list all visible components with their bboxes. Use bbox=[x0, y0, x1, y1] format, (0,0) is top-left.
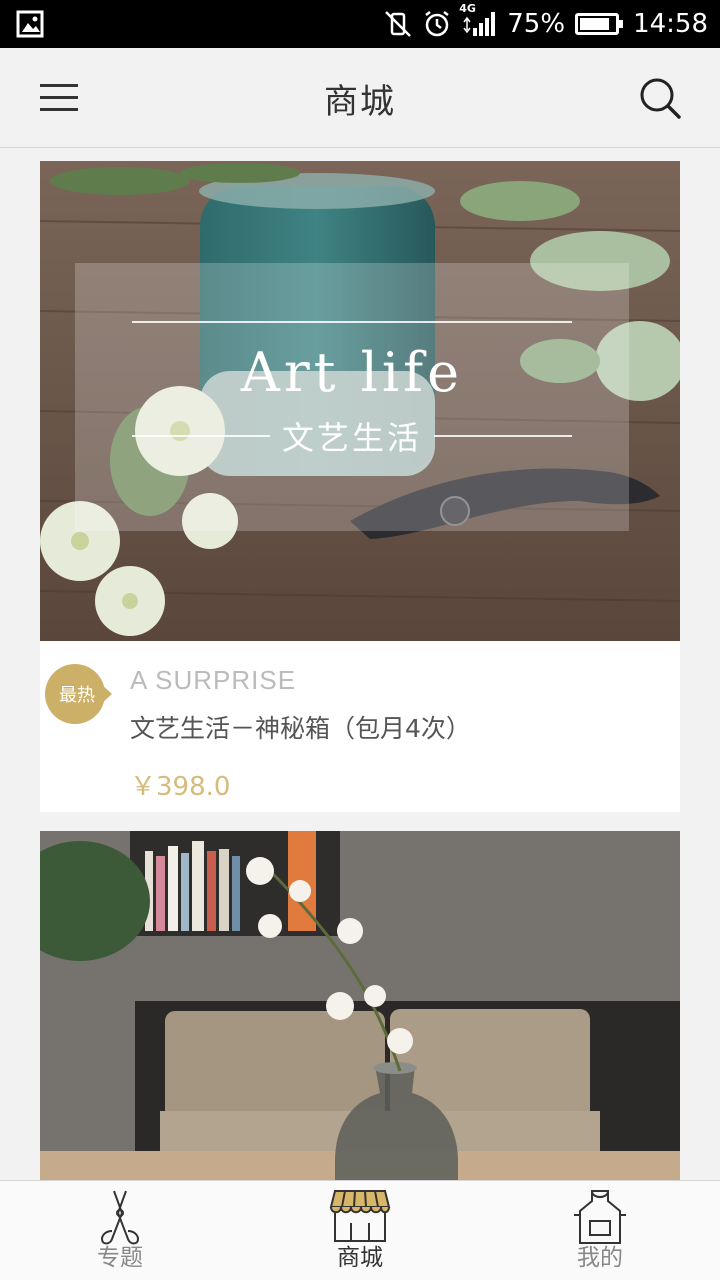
hot-badge-label: 最热 bbox=[59, 685, 95, 706]
product-subtitle: A SURPRISE bbox=[130, 665, 297, 695]
product-image bbox=[40, 831, 680, 1180]
product-name: 文艺生活－神秘箱（包月4次） bbox=[130, 714, 471, 743]
tab-topics[interactable]: 专题 bbox=[0, 1181, 240, 1280]
vibrate-mute-icon bbox=[383, 9, 413, 39]
bottom-nav: 专题 商城 我的 bbox=[0, 1180, 720, 1280]
product-card[interactable] bbox=[40, 831, 680, 1180]
clock: 14:58 bbox=[633, 9, 708, 39]
network-type: 4G bbox=[459, 2, 476, 15]
banner-overlay: Art life 文艺生活 bbox=[75, 263, 629, 531]
tab-label: 我的 bbox=[577, 1245, 623, 1271]
search-icon bbox=[640, 78, 681, 119]
tab-label: 专题 bbox=[97, 1245, 143, 1271]
tab-mine[interactable]: 我的 bbox=[480, 1181, 720, 1280]
alarm-icon bbox=[423, 10, 451, 38]
page-title: 商城 bbox=[324, 82, 396, 122]
banner-divider bbox=[132, 435, 270, 437]
shop-awning-icon bbox=[329, 1190, 391, 1242]
banner-divider bbox=[132, 321, 572, 323]
banner-divider bbox=[434, 435, 573, 437]
product-list: Art life 文艺生活 最热 A SURPRISE 文艺生活－神秘箱（包月4… bbox=[0, 148, 720, 1180]
tab-shop[interactable]: 商城 bbox=[240, 1181, 480, 1280]
tab-label: 商城 bbox=[337, 1245, 383, 1271]
gallery-notification-icon bbox=[16, 10, 44, 38]
product-card[interactable]: Art life 文艺生活 最热 A SURPRISE 文艺生活－神秘箱（包月4… bbox=[40, 161, 680, 812]
product-image: Art life 文艺生活 bbox=[40, 161, 680, 641]
battery-percent: 75% bbox=[507, 9, 566, 39]
banner-subtitle-row: 文艺生活 bbox=[132, 413, 573, 459]
banner-subtitle: 文艺生活 bbox=[282, 419, 423, 457]
product-price: ￥398.0 bbox=[130, 772, 231, 802]
battery-icon bbox=[575, 13, 624, 35]
search-button[interactable] bbox=[638, 76, 682, 120]
banner-title: Art life bbox=[240, 341, 464, 404]
signal-4g-icon: 4G bbox=[459, 2, 497, 38]
status-bar: 4G 75% 14:58 bbox=[0, 0, 720, 48]
app-bar: 商城 bbox=[0, 48, 720, 148]
